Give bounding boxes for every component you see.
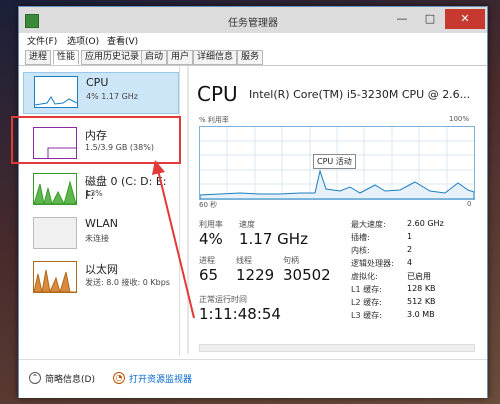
highlight-arrow [152, 160, 195, 319]
